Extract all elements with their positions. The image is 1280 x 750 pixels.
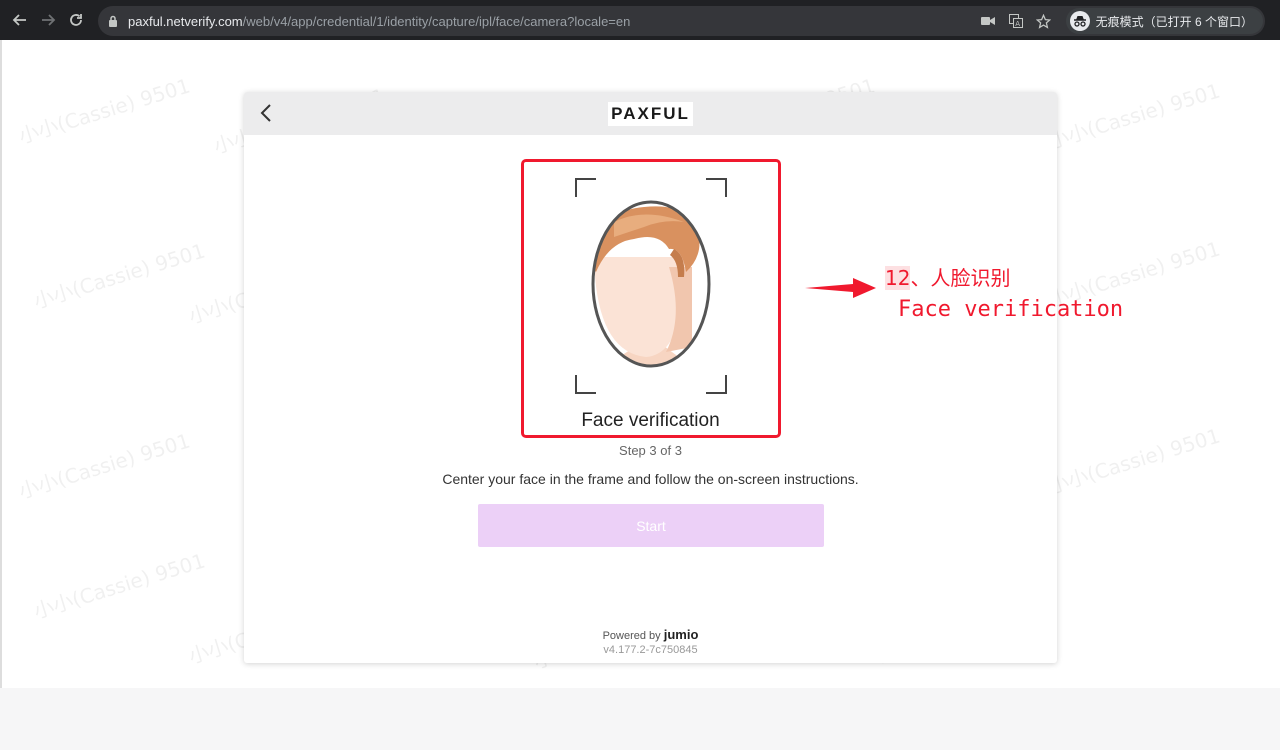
start-button[interactable]: Start — [478, 504, 824, 547]
annotation-number: 12 — [885, 266, 911, 290]
arrow-left-icon — [12, 14, 26, 26]
annotation-label-en: Face verification — [898, 297, 1124, 322]
incognito-icon — [1069, 11, 1090, 31]
card-header: PAXFUL — [244, 92, 1057, 135]
chevron-left-icon[interactable] — [256, 102, 278, 124]
svg-text:A: A — [1015, 20, 1020, 28]
omnibox-actions: A 无痕模式（已打开 6 个窗口） — [974, 6, 1265, 36]
annotation-label-zh: 12、人脸识别 — [885, 262, 1010, 291]
reload-button[interactable] — [62, 6, 90, 34]
star-icon[interactable] — [1030, 7, 1058, 35]
translate-icon[interactable]: A — [1002, 7, 1030, 35]
arrow-right-icon — [42, 14, 56, 26]
incognito-indicator[interactable]: 无痕模式（已打开 6 个窗口） — [1065, 8, 1263, 34]
page-footer-area — [0, 688, 1280, 750]
incognito-label: 无痕模式（已打开 6 个窗口） — [1095, 14, 1253, 29]
browser-toolbar: paxful.netverify.com/web/v4/app/credenti… — [0, 0, 1280, 40]
reload-icon — [70, 14, 82, 26]
powered-by: Powered by jumio — [244, 627, 1057, 642]
jumio-brand: jumio — [663, 627, 699, 642]
annotation-highlight-box — [521, 159, 781, 438]
powered-prefix: Powered by — [602, 630, 661, 642]
instructions-text: Center your face in the frame and follow… — [442, 471, 859, 487]
url-path: /web/v4/app/credential/1/identity/captur… — [242, 13, 631, 29]
step-indicator: Step 3 of 3 — [619, 443, 682, 458]
forward-button[interactable] — [34, 6, 62, 34]
annotation-arrow-icon — [805, 278, 876, 298]
address-bar[interactable]: paxful.netverify.com/web/v4/app/credenti… — [98, 6, 1265, 36]
url-host: paxful.netverify.com — [128, 13, 243, 29]
back-button[interactable] — [6, 6, 34, 34]
url-text[interactable]: paxful.netverify.com/web/v4/app/credenti… — [128, 14, 630, 29]
annotation-zh-text: 、人脸识别 — [910, 266, 1011, 290]
lock-icon[interactable] — [98, 15, 128, 27]
version-label: v4.177.2-7c750845 — [603, 644, 698, 656]
paxful-logo: PAXFUL — [608, 101, 693, 126]
video-camera-icon[interactable] — [974, 7, 1002, 35]
